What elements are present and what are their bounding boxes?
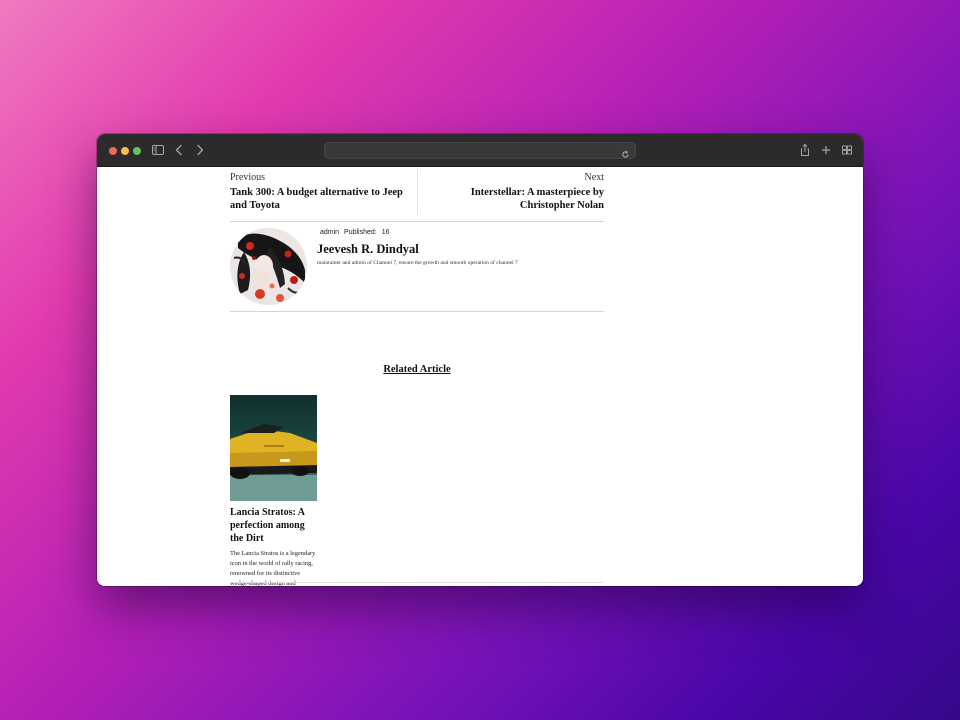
previous-label: Previous bbox=[230, 172, 265, 183]
related-article-image[interactable] bbox=[230, 395, 317, 501]
author-avatar bbox=[230, 228, 307, 305]
minimize-window-button[interactable] bbox=[121, 147, 129, 155]
divider bbox=[230, 221, 604, 222]
zoom-window-button[interactable] bbox=[133, 147, 141, 155]
close-window-button[interactable] bbox=[109, 147, 117, 155]
published-value: 16 bbox=[381, 229, 390, 236]
author-meta: admin Published: 16 bbox=[320, 229, 392, 236]
post-navigation: Previous Tank 300: A budget alternative … bbox=[230, 167, 604, 217]
divider bbox=[230, 582, 604, 583]
new-tab-icon[interactable] bbox=[819, 142, 833, 158]
related-article-title[interactable]: Lancia Stratos: A perfection among the D… bbox=[230, 506, 318, 545]
previous-post-title[interactable]: Tank 300: A budget alternative to Jeep a… bbox=[230, 186, 412, 212]
divider bbox=[230, 311, 604, 312]
forward-icon[interactable] bbox=[193, 142, 207, 158]
address-bar[interactable] bbox=[324, 142, 636, 159]
published-label: Published: bbox=[344, 229, 377, 236]
author-bio: maintainer and admin of Channel 7, ensur… bbox=[317, 260, 518, 266]
browser-window: Previous Tank 300: A budget alternative … bbox=[97, 134, 863, 586]
author-name[interactable]: Jeevesh R. Dindyal bbox=[317, 242, 419, 257]
author-role: admin bbox=[320, 229, 340, 236]
page-content: Previous Tank 300: A budget alternative … bbox=[97, 167, 863, 586]
related-article-excerpt: The Lancia Stratos is a legendary icon i… bbox=[230, 550, 316, 586]
author-box: admin Published: 16 Jeevesh R. Dindyal m… bbox=[230, 228, 604, 308]
next-label: Next bbox=[584, 172, 604, 183]
reload-icon[interactable] bbox=[621, 146, 630, 158]
related-article-heading: Related Article bbox=[383, 364, 451, 375]
related-article-card[interactable]: Lancia Stratos: A perfection among the D… bbox=[230, 395, 318, 586]
back-icon[interactable] bbox=[172, 142, 186, 158]
nav-divider bbox=[417, 169, 418, 215]
tab-overview-icon[interactable] bbox=[840, 142, 854, 158]
browser-toolbar bbox=[97, 134, 863, 167]
share-icon[interactable] bbox=[798, 142, 812, 158]
sidebar-icon[interactable] bbox=[151, 142, 165, 158]
next-post-title[interactable]: Interstellar: A masterpiece by Christoph… bbox=[422, 186, 604, 212]
